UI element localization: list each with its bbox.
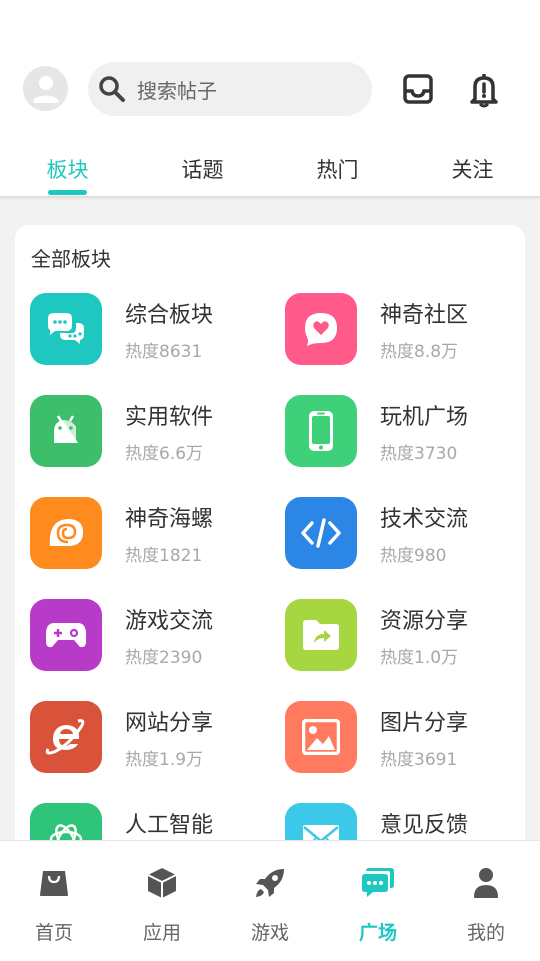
board-name: 玩机广场 <box>380 405 469 430</box>
board-heat: 热度8631 <box>125 342 203 362</box>
search-icon <box>97 74 127 104</box>
notification-button[interactable] <box>466 70 502 110</box>
bell-icon <box>470 74 498 108</box>
board-heat: 热度1.9万 <box>125 750 204 770</box>
nav-apps[interactable]: 应用 <box>108 841 216 961</box>
folder-share-icon <box>285 599 357 671</box>
tab-label: 话题 <box>181 158 224 182</box>
board-item[interactable]: 神奇海螺 热度1821 <box>30 497 280 577</box>
inbox-button[interactable] <box>400 70 436 108</box>
tab-label: 热门 <box>316 158 359 182</box>
chat-bubbles-icon <box>360 865 396 901</box>
person-icon <box>468 865 504 901</box>
tab-label: 板块 <box>46 158 89 182</box>
tab-active-indicator <box>48 190 87 195</box>
conch-icon <box>30 497 102 569</box>
rocket-icon <box>252 865 288 901</box>
tab-label: 关注 <box>451 158 494 182</box>
tab-boards[interactable]: 板块 <box>0 140 135 196</box>
board-item[interactable]: 技术交流 热度980 <box>285 497 525 577</box>
board-heat: 热度1821 <box>125 546 203 566</box>
search-placeholder: 搜索帖子 <box>137 78 217 103</box>
board-heat: 热度980 <box>380 546 447 566</box>
section-title: 全部板块 <box>31 247 111 271</box>
board-item[interactable]: 游戏交流 热度2390 <box>30 599 280 679</box>
boards-card: 全部板块 综合板块 热度8631 神奇社区 热度8.8万 实用软件 热度6.6万… <box>15 225 525 865</box>
board-name: 图片分享 <box>380 711 469 736</box>
board-item[interactable]: 资源分享 热度1.0万 <box>285 599 525 679</box>
nav-square[interactable]: 广场 <box>324 841 432 961</box>
search-input[interactable]: 搜索帖子 <box>88 62 372 116</box>
phone-icon <box>285 395 357 467</box>
heart-bubble-icon <box>285 293 357 365</box>
image-icon <box>285 701 357 773</box>
board-name: 资源分享 <box>380 609 469 634</box>
nav-home[interactable]: 首页 <box>0 841 108 961</box>
nav-label: 广场 <box>358 922 397 944</box>
board-heat: 热度8.8万 <box>380 342 459 362</box>
board-item[interactable]: 综合板块 热度8631 <box>30 293 280 373</box>
board-name: 技术交流 <box>380 507 469 532</box>
board-item[interactable]: 玩机广场 热度3730 <box>285 395 525 475</box>
android-icon <box>30 395 102 467</box>
nav-mine[interactable]: 我的 <box>432 841 540 961</box>
tab-topics[interactable]: 话题 <box>135 140 270 196</box>
board-name: 综合板块 <box>125 303 214 328</box>
tab-bar: 板块 话题 热门 关注 <box>0 140 540 196</box>
nav-label: 我的 <box>466 922 505 944</box>
tab-hot[interactable]: 热门 <box>270 140 405 196</box>
board-item[interactable]: 网站分享 热度1.9万 <box>30 701 280 781</box>
code-icon <box>285 497 357 569</box>
tab-divider <box>0 196 540 200</box>
nav-label: 应用 <box>142 922 181 944</box>
board-name: 神奇社区 <box>380 303 469 328</box>
home-bag-icon <box>36 865 72 901</box>
board-heat: 热度1.0万 <box>380 648 459 668</box>
board-item[interactable]: 实用软件 热度6.6万 <box>30 395 280 475</box>
board-heat: 热度6.6万 <box>125 444 204 464</box>
nav-label: 游戏 <box>250 922 289 944</box>
tab-following[interactable]: 关注 <box>405 140 540 196</box>
bottom-nav: 首页 应用 游戏 广场 我的 <box>0 840 540 961</box>
board-name: 神奇海螺 <box>125 507 214 532</box>
nav-label: 首页 <box>34 922 73 944</box>
chat-icon <box>30 293 102 365</box>
board-heat: 热度3691 <box>380 750 458 770</box>
board-name: 实用软件 <box>125 405 214 430</box>
board-item[interactable]: 图片分享 热度3691 <box>285 701 525 781</box>
nav-games[interactable]: 游戏 <box>216 841 324 961</box>
avatar-icon <box>32 75 59 103</box>
board-name: 游戏交流 <box>125 609 214 634</box>
board-name: 意见反馈 <box>380 813 469 838</box>
ie-icon <box>30 701 102 773</box>
inbox-icon <box>403 74 433 104</box>
board-name: 网站分享 <box>125 711 214 736</box>
board-name: 人工智能 <box>125 813 214 838</box>
board-item[interactable]: 神奇社区 热度8.8万 <box>285 293 525 373</box>
gamepad-icon <box>30 599 102 671</box>
board-heat: 热度3730 <box>380 444 458 464</box>
avatar-button[interactable] <box>23 66 68 111</box>
cube-icon <box>144 865 180 901</box>
board-heat: 热度2390 <box>125 648 203 668</box>
